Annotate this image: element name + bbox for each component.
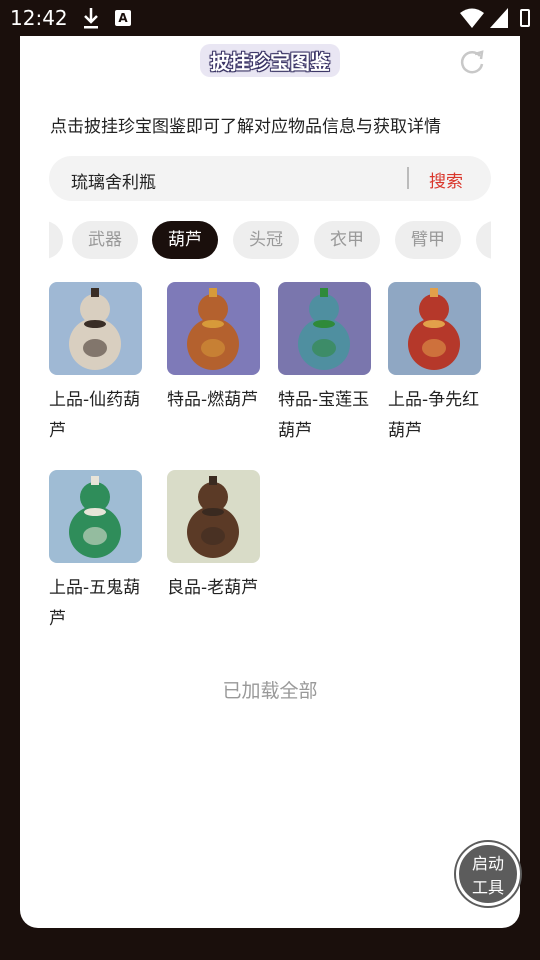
list-item[interactable]: 上品-争先红葫芦: [388, 282, 498, 447]
list-item[interactable]: 上品-仙药葫芦: [49, 282, 159, 447]
item-image: [388, 282, 481, 375]
list-item[interactable]: 特品-燃葫芦: [167, 282, 277, 416]
item-name: 上品-争先红葫芦: [388, 390, 480, 441]
gourd-illustration: [278, 282, 371, 375]
tab-partial-left[interactable]: [49, 221, 63, 259]
app-notification-icon: A: [115, 10, 131, 26]
tab-armor[interactable]: 衣甲: [314, 221, 380, 259]
battery-icon: [520, 9, 530, 27]
item-image: [278, 282, 371, 375]
search-input[interactable]: 琉璃舍利瓶: [71, 168, 156, 193]
item-image: [167, 470, 260, 563]
item-name: 特品-燃葫芦: [167, 390, 259, 410]
launch-tool-button[interactable]: 启动 工具: [456, 842, 520, 906]
download-icon: [84, 8, 98, 29]
item-name: 上品-五鬼葫芦: [49, 578, 141, 629]
tab-crown[interactable]: 头冠: [233, 221, 299, 259]
item-image: [49, 282, 142, 375]
gourd-illustration: [167, 282, 260, 375]
main-card: 披挂珍宝图鉴 点击披挂珍宝图鉴即可了解对应物品信息与获取详情 琉璃舍利瓶 搜索 …: [20, 36, 520, 928]
tab-partial-right[interactable]: [476, 221, 491, 259]
cellular-icon: [490, 8, 508, 28]
list-item[interactable]: 良品-老葫芦: [167, 470, 277, 604]
wifi-icon: [460, 8, 484, 28]
search-bar: 琉璃舍利瓶 搜索: [49, 156, 491, 201]
tab-gourd[interactable]: 葫芦: [152, 221, 218, 259]
fab-label-line2: 工具: [471, 878, 504, 897]
search-button[interactable]: 搜索: [429, 167, 463, 192]
refresh-icon[interactable]: [458, 48, 486, 76]
list-item[interactable]: 特品-宝莲玉葫芦: [278, 282, 388, 447]
tab-weapon[interactable]: 武器: [72, 221, 138, 259]
category-tabs: 武器 葫芦 头冠 衣甲 臂甲: [49, 221, 491, 259]
description-text: 点击披挂珍宝图鉴即可了解对应物品信息与获取详情: [50, 117, 441, 137]
fab-label-line1: 启动: [471, 854, 504, 873]
gourd-illustration: [49, 282, 142, 375]
item-image: [167, 282, 260, 375]
item-name: 上品-仙药葫芦: [49, 390, 141, 441]
list-item[interactable]: 上品-五鬼葫芦: [49, 470, 159, 635]
gourd-illustration: [49, 470, 142, 563]
gourd-illustration: [388, 282, 481, 375]
item-image: [49, 470, 142, 563]
search-divider: [407, 167, 409, 189]
gourd-illustration: [167, 470, 260, 563]
item-name: 良品-老葫芦: [167, 578, 259, 598]
item-name: 特品-宝莲玉葫芦: [278, 390, 370, 441]
status-time: 12:42: [10, 6, 68, 30]
status-bar: 12:42 A: [0, 0, 540, 36]
loaded-all-text: 已加载全部: [222, 680, 318, 702]
tab-bracer[interactable]: 臂甲: [395, 221, 461, 259]
page-title: 披挂珍宝图鉴: [200, 44, 340, 77]
